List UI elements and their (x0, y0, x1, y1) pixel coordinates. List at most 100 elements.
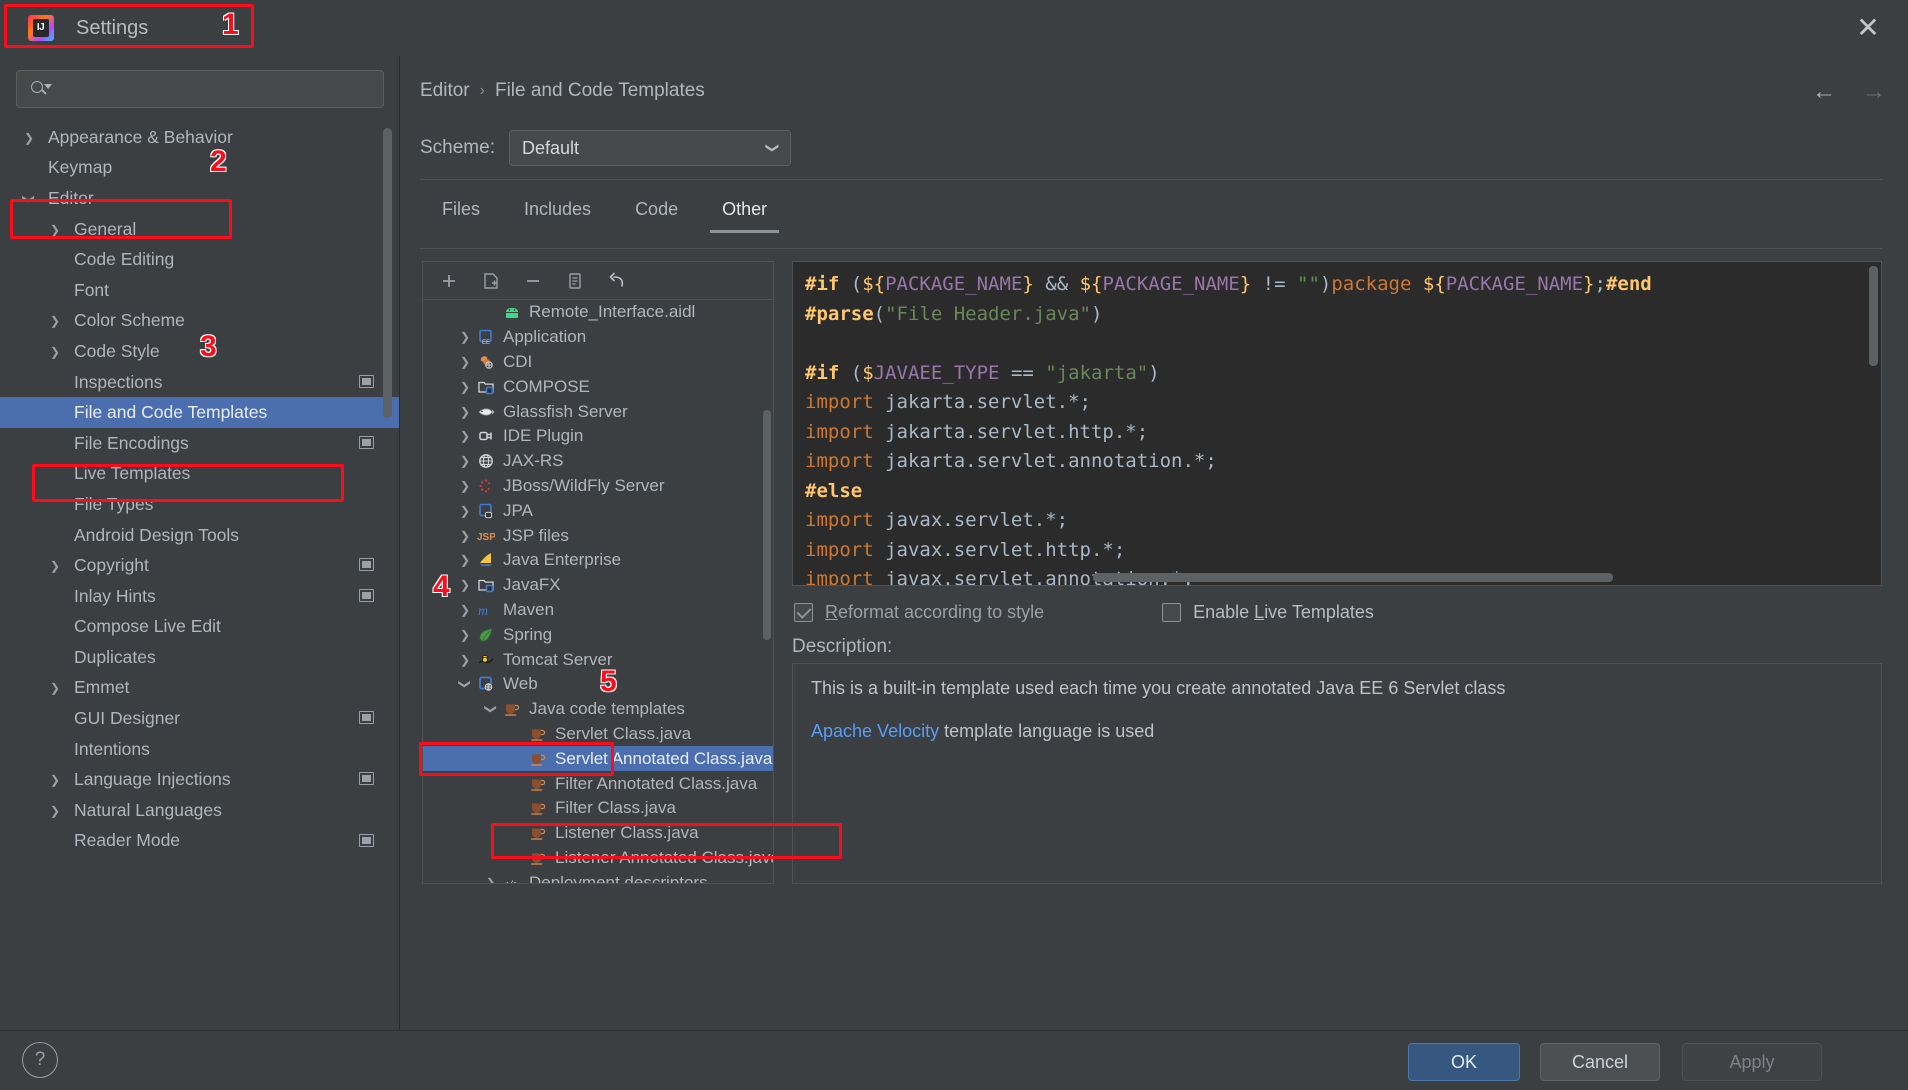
sidebar-item-inspections[interactable]: Inspections (0, 367, 400, 398)
sidebar-item-android-design-tools[interactable]: Android Design Tools (0, 520, 400, 551)
template-tree-item[interactable]: Remote_Interface.aidl (423, 300, 773, 325)
sidebar-item-inlay-hints[interactable]: Inlay Hints (0, 581, 400, 612)
tab-includes[interactable]: Includes (502, 189, 613, 233)
chevron-right-icon[interactable]: ❯ (455, 405, 475, 419)
chevron-right-icon[interactable]: ❯ (455, 653, 475, 667)
chevron-right-icon[interactable]: ❯ (455, 553, 475, 567)
sidebar-item-gui-designer[interactable]: GUI Designer (0, 703, 400, 734)
chevron-right-icon[interactable]: ❯ (455, 479, 475, 493)
sidebar-item-file-types[interactable]: File Types (0, 489, 400, 520)
chevron-right-icon[interactable] (18, 130, 40, 145)
chevron-down-icon[interactable]: ❯ (458, 674, 472, 694)
sidebar-item-copyright[interactable]: Copyright (0, 550, 400, 581)
breadcrumb-parent[interactable]: Editor (420, 80, 470, 102)
chevron-right-icon[interactable]: ❯ (455, 529, 475, 543)
ok-button[interactable]: OK (1408, 1043, 1520, 1081)
sidebar-item-font[interactable]: Font (0, 275, 400, 306)
forward-arrow-icon[interactable]: → (1862, 78, 1886, 106)
template-tree-item[interactable]: ❯ JSP JSP files (423, 523, 773, 548)
template-tree-item[interactable]: ❯ Glassfish Server (423, 399, 773, 424)
sidebar-scrollbar[interactable] (383, 128, 392, 418)
chevron-right-icon[interactable] (44, 313, 66, 328)
sidebar-item-editor[interactable]: Editor (0, 183, 400, 214)
template-tree-item[interactable]: ❯ JAX-RS (423, 449, 773, 474)
chevron-right-icon[interactable] (44, 558, 66, 573)
copy-template-button[interactable] (475, 266, 507, 296)
sidebar-item-reader-mode[interactable]: Reader Mode (0, 826, 400, 857)
template-tree-scrollbar[interactable] (763, 410, 771, 640)
template-tree-item[interactable]: ❯</> Deployment descriptors (423, 870, 773, 883)
template-tree-item[interactable]: ❯ Spring (423, 622, 773, 647)
duplicate-template-button[interactable] (559, 266, 591, 296)
template-tree-item[interactable]: ❯ IDE Plugin (423, 424, 773, 449)
chevron-down-icon[interactable] (18, 191, 40, 206)
sidebar-item-appearance-behavior[interactable]: Appearance & Behavior (0, 122, 400, 153)
chevron-down-icon[interactable]: ❯ (484, 699, 498, 719)
template-tree-item[interactable]: ❯ COMPOSE (423, 374, 773, 399)
sidebar-item-keymap[interactable]: Keymap (0, 153, 400, 184)
editor-horizontal-scrollbar[interactable] (1093, 573, 1613, 582)
sidebar-item-live-templates[interactable]: Live Templates (0, 459, 400, 490)
sidebar-item-code-editing[interactable]: Code Editing (0, 244, 400, 275)
template-tree-item[interactable]: Listener Annotated Class.java (423, 846, 773, 871)
close-icon[interactable]: ✕ (1850, 10, 1886, 46)
sidebar-item-natural-languages[interactable]: Natural Languages (0, 795, 400, 826)
sidebar-item-color-scheme[interactable]: Color Scheme (0, 306, 400, 337)
chevron-right-icon[interactable]: ❯ (455, 330, 475, 344)
sidebar-item-file-encodings[interactable]: File Encodings (0, 428, 400, 459)
chevron-right-icon[interactable] (44, 680, 66, 695)
template-tree-item[interactable]: ❯ CDI (423, 350, 773, 375)
template-tree-item[interactable]: ❯ m Maven (423, 598, 773, 623)
template-tree-item[interactable]: ❯ JBoss/WildFly Server (423, 474, 773, 499)
chevron-right-icon[interactable]: ❯ (455, 628, 475, 642)
sidebar-item-file-and-code-templates[interactable]: File and Code Templates (0, 397, 400, 428)
sidebar-item-duplicates[interactable]: Duplicates (0, 642, 400, 673)
sidebar-item-language-injections[interactable]: Language Injections (0, 764, 400, 795)
template-tree-item[interactable]: ❯ JavaFX (423, 573, 773, 598)
chevron-right-icon[interactable]: ❯ (455, 504, 475, 518)
chevron-right-icon[interactable] (44, 344, 66, 359)
search-input[interactable] (49, 80, 373, 98)
editor-vertical-scrollbar[interactable] (1869, 266, 1878, 366)
chevron-right-icon[interactable]: ❯ (455, 355, 475, 369)
chevron-right-icon[interactable]: ❯ (455, 603, 475, 617)
reformat-checkbox-group[interactable]: Reformat according to style (794, 602, 1044, 623)
scheme-dropdown[interactable]: Default ❯ (508, 130, 791, 166)
sidebar-item-compose-live-edit[interactable]: Compose Live Edit (0, 612, 400, 643)
template-code-editor[interactable]: #if (${PACKAGE_NAME} && ${PACKAGE_NAME} … (792, 261, 1882, 586)
help-icon[interactable]: ? (22, 1042, 58, 1078)
chevron-right-icon[interactable] (44, 222, 66, 237)
reset-template-button[interactable] (601, 266, 633, 296)
tab-other[interactable]: Other (700, 189, 789, 233)
template-tree-item[interactable]: Filter Annotated Class.java (423, 771, 773, 796)
sidebar-item-code-style[interactable]: Code Style (0, 336, 400, 367)
template-tree-item[interactable]: ❯ EE Application (423, 325, 773, 350)
template-tree-item[interactable]: Listener Class.java (423, 821, 773, 846)
reformat-checkbox[interactable] (794, 603, 813, 622)
template-tree-item[interactable]: Filter Class.java (423, 796, 773, 821)
chevron-right-icon[interactable]: ❯ (455, 578, 475, 592)
add-template-button[interactable] (433, 266, 465, 296)
template-tree-item[interactable]: ❯ JPA (423, 498, 773, 523)
sidebar-item-general[interactable]: General (0, 214, 400, 245)
chevron-right-icon[interactable]: ❯ (455, 454, 475, 468)
sidebar-item-intentions[interactable]: Intentions (0, 734, 400, 765)
template-tree-item[interactable]: Servlet Annotated Class.java (423, 746, 773, 772)
chevron-right-icon[interactable] (44, 772, 66, 787)
apache-velocity-link[interactable]: Apache Velocity (811, 721, 939, 741)
template-tree-item[interactable]: ❯ Java Enterprise (423, 548, 773, 573)
settings-category-tree[interactable]: Appearance & Behavior Keymap Editor General… (0, 122, 400, 856)
tab-code[interactable]: Code (613, 189, 700, 233)
sidebar-item-emmet[interactable]: Emmet (0, 673, 400, 704)
template-tree-item[interactable]: Servlet Class.java (423, 722, 773, 747)
chevron-right-icon[interactable]: ❯ (455, 429, 475, 443)
live-templates-checkbox[interactable] (1162, 603, 1182, 622)
live-templates-checkbox-group[interactable]: Enable Live Templates (1162, 602, 1374, 623)
template-tree-item[interactable]: ❯ Web (423, 672, 773, 697)
chevron-right-icon[interactable] (44, 803, 66, 818)
apply-button[interactable]: Apply (1682, 1043, 1822, 1081)
cancel-button[interactable]: Cancel (1540, 1043, 1660, 1081)
template-tabs[interactable]: Files Includes Code Other (420, 189, 789, 233)
search-box[interactable] (16, 70, 384, 108)
template-tree[interactable]: Remote_Interface.aidl ❯ EE Application ❯ CDI ❯… (423, 300, 773, 883)
